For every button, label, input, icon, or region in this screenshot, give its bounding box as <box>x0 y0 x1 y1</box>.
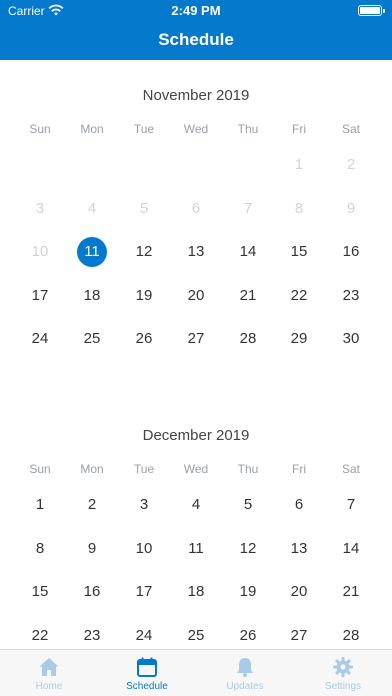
weekday-label: Thu <box>237 462 259 476</box>
weekday-label: Fri <box>292 122 306 136</box>
tab-home[interactable]: Home <box>0 650 98 696</box>
tab-bar: Home Schedule Updates Settings <box>0 649 392 696</box>
battery-icon <box>358 5 385 16</box>
calendar-day: 3 <box>35 199 45 217</box>
tab-schedule[interactable]: Schedule <box>98 650 196 696</box>
calendar-day[interactable]: 8 <box>25 534 55 564</box>
nav-bar: Schedule <box>0 22 392 60</box>
weekday-label: Wed <box>183 462 209 476</box>
bell-icon <box>237 658 253 677</box>
calendar-day[interactable]: 3 <box>129 490 159 520</box>
weekday-label: Wed <box>183 122 209 136</box>
calendar-day[interactable]: 9 <box>77 534 107 564</box>
calendar-day[interactable]: 12 <box>129 237 159 267</box>
calendar-day: 9 <box>346 199 356 217</box>
calendar-day[interactable]: 6 <box>284 490 314 520</box>
calendar-day[interactable]: 12 <box>233 534 263 564</box>
weekday-label: Sun <box>29 122 51 136</box>
tab-label: Updates <box>226 681 264 692</box>
tab-label: Schedule <box>126 681 168 692</box>
calendar-day[interactable]: 23 <box>77 621 107 650</box>
calendar-day[interactable]: 21 <box>336 577 366 607</box>
calendar-day[interactable]: 17 <box>129 577 159 607</box>
page-title: Schedule <box>158 30 234 49</box>
month-title: November 2019 <box>142 87 250 104</box>
calendar-day[interactable]: 16 <box>77 577 107 607</box>
weekday-label: Tue <box>133 462 155 476</box>
calendar-day[interactable]: 13 <box>284 534 314 564</box>
weekday-label: Fri <box>292 462 306 476</box>
calendar-day[interactable]: 28 <box>233 324 263 354</box>
tab-label: Home <box>35 681 63 692</box>
calendar-icon <box>137 657 157 677</box>
calendar-day[interactable]: 25 <box>77 324 107 354</box>
calendar-day[interactable]: 14 <box>233 237 263 267</box>
calendar-day[interactable]: 4 <box>181 490 211 520</box>
status-bar: Carrier 2:49 PM <box>0 0 392 22</box>
calendar-day: 8 <box>294 199 304 217</box>
calendar-day[interactable]: 2 <box>77 490 107 520</box>
calendar-day[interactable]: 7 <box>336 490 366 520</box>
calendar-day[interactable]: 19 <box>129 281 159 311</box>
home-icon <box>39 658 59 676</box>
month-title: December 2019 <box>142 427 250 444</box>
calendar-day: 2 <box>346 156 356 173</box>
calendar-day[interactable]: 25 <box>181 621 211 650</box>
calendar-day[interactable]: 27 <box>284 621 314 650</box>
calendar-day[interactable]: 15 <box>25 577 55 607</box>
calendar-day[interactable]: 24 <box>129 621 159 650</box>
calendar-day: 10 <box>31 243 49 260</box>
calendar-day: 1 <box>294 156 304 173</box>
tab-label: Settings <box>324 681 362 692</box>
calendar-day[interactable]: 16 <box>336 237 366 267</box>
calendar-day[interactable]: 11 <box>181 534 211 564</box>
calendar-day[interactable]: 30 <box>336 324 366 354</box>
calendar-scroll[interactable]: November 2019 Sun Mon Tue Wed Thu Fri Sat 1234… <box>0 60 392 649</box>
calendar-day[interactable]: 17 <box>25 281 55 311</box>
selected-day[interactable]: 11 <box>77 237 107 267</box>
weekday-label: Thu <box>237 122 259 136</box>
gear-icon <box>333 657 353 677</box>
calendar-day: 5 <box>139 199 149 217</box>
weekday-header: Sun Mon Tue Wed Thu Fri Sat <box>0 462 392 478</box>
calendar-day[interactable]: 26 <box>233 621 263 650</box>
weekday-label: Sat <box>341 122 360 136</box>
calendar-day[interactable]: 18 <box>77 281 107 311</box>
calendar-day[interactable]: 5 <box>233 490 263 520</box>
calendar-day[interactable]: 10 <box>129 534 159 564</box>
calendar-day[interactable]: 21 <box>233 281 263 311</box>
calendar-day[interactable]: 18 <box>181 577 211 607</box>
weekday-label: Tue <box>133 122 155 136</box>
calendar-day[interactable]: 20 <box>284 577 314 607</box>
weekday-label: Mon <box>80 122 104 136</box>
calendar-day[interactable]: 19 <box>233 577 263 607</box>
tab-updates[interactable]: Updates <box>196 650 294 696</box>
calendar-day: 6 <box>191 199 201 217</box>
weekday-header: Sun Mon Tue Wed Thu Fri Sat <box>0 122 392 138</box>
weekday-label: Sun <box>29 462 51 476</box>
calendar-day[interactable]: 13 <box>181 237 211 267</box>
tab-settings[interactable]: Settings <box>294 650 392 696</box>
calendar-day[interactable]: 29 <box>284 324 314 354</box>
calendar-day[interactable]: 15 <box>284 237 314 267</box>
weekday-label: Sat <box>341 462 360 476</box>
status-time: 2:49 PM <box>171 3 221 18</box>
weekday-label: Mon <box>80 462 104 476</box>
calendar-day[interactable]: 14 <box>336 534 366 564</box>
calendar-day: 4 <box>87 199 97 217</box>
calendar-day[interactable]: 26 <box>129 324 159 354</box>
calendar-day[interactable]: 24 <box>25 324 55 354</box>
calendar-day: 7 <box>243 199 253 217</box>
calendar-day[interactable]: 23 <box>336 281 366 311</box>
calendar-day[interactable]: 22 <box>284 281 314 311</box>
calendar-day[interactable]: 27 <box>181 324 211 354</box>
calendar-day[interactable]: 22 <box>25 621 55 650</box>
calendar-day[interactable]: 20 <box>181 281 211 311</box>
calendar-day[interactable]: 1 <box>25 490 55 520</box>
calendar-day[interactable]: 28 <box>336 621 366 650</box>
